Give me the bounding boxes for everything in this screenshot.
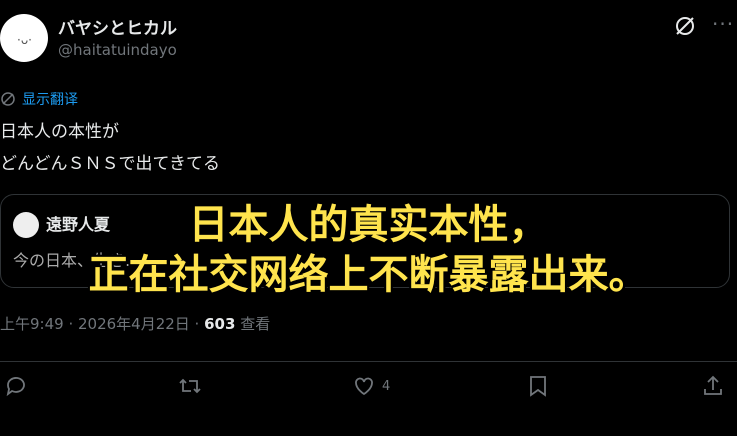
- views-label: 查看: [235, 315, 271, 333]
- action-bar: 4: [0, 374, 737, 406]
- author-handle[interactable]: @haitatuindayo: [58, 41, 177, 59]
- repost-button[interactable]: [177, 374, 203, 398]
- subtitle-line-2: 正在社交网络上不断暴露出来。: [88, 252, 649, 298]
- post-line-2: どんどんＳＮＳで出てきてる: [0, 154, 220, 174]
- post-meta: 上午9:49 · 2026年4月22日 · 603 查看: [0, 313, 270, 334]
- author-name[interactable]: バヤシとヒカル: [58, 14, 177, 39]
- reply-icon: [4, 374, 28, 398]
- reply-button[interactable]: [4, 374, 28, 398]
- divider: [0, 361, 737, 362]
- like-button[interactable]: 4: [352, 374, 390, 398]
- views-count: 603: [204, 315, 236, 333]
- bookmark-button[interactable]: [527, 374, 549, 398]
- share-icon: [701, 374, 725, 398]
- translate-label[interactable]: 显示翻译: [22, 89, 78, 109]
- subtitle-overlay: 日本人的真实本性， 正在社交网络上不断暴露出来。: [0, 200, 737, 300]
- heart-icon: [352, 374, 376, 398]
- like-count: 4: [382, 378, 391, 394]
- repost-icon: [177, 374, 203, 398]
- translate-icon: [0, 91, 16, 107]
- bookmark-icon: [527, 374, 549, 398]
- post-timestamp[interactable]: 上午9:49 · 2026年4月22日 ·: [0, 315, 204, 333]
- avatar-face-icon: ·ᴗ·: [17, 33, 32, 47]
- grok-icon[interactable]: [673, 14, 697, 38]
- translate-link[interactable]: 显示翻译: [0, 89, 78, 109]
- more-options-icon[interactable]: ···: [712, 12, 734, 36]
- avatar[interactable]: ·ᴗ·: [0, 14, 48, 62]
- subtitle-line-1: 日本人的真实本性，: [188, 202, 549, 248]
- share-button[interactable]: [701, 374, 725, 398]
- post-text: 日本人の本性が どんどんＳＮＳで出てきてる: [0, 116, 220, 180]
- post-line-1: 日本人の本性が: [0, 122, 119, 142]
